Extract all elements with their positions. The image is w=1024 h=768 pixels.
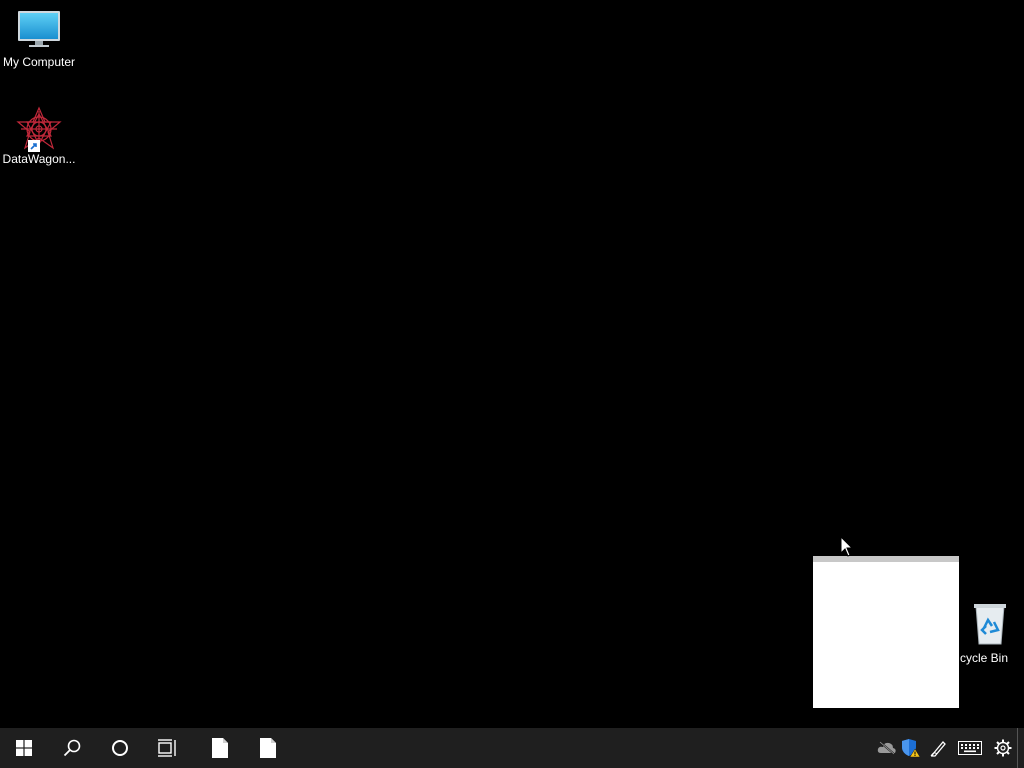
task-view-icon [158, 739, 176, 757]
recycle-bin-icon [974, 604, 1006, 645]
cloud-offline-icon [877, 741, 896, 755]
tray-onedrive-offline[interactable] [876, 738, 898, 758]
taskbar-app-document-2[interactable] [244, 728, 292, 768]
shortcut-arrow-icon [28, 140, 40, 152]
tray-touch-keyboard[interactable] [956, 738, 984, 758]
datawagon-shortcut[interactable]: DataWagon... [0, 106, 78, 167]
desktop[interactable]: My Computer DataWagon... cycle Bin [0, 0, 1024, 728]
cortana-button[interactable] [96, 728, 144, 768]
pen-icon [930, 741, 946, 757]
blank-popup-window[interactable] [813, 556, 959, 708]
document-icon [260, 738, 276, 758]
tray-security[interactable] [900, 738, 922, 758]
mouse-cursor-icon [840, 536, 854, 557]
popup-title-bar[interactable] [813, 556, 959, 562]
settings-gear-icon [994, 739, 1012, 757]
taskbar-app-document-1[interactable] [196, 728, 244, 768]
keyboard-icon [958, 741, 982, 755]
start-button[interactable] [0, 728, 48, 768]
show-desktop-button[interactable] [1017, 728, 1024, 768]
datawagon-label: DataWagon... [2, 152, 76, 166]
taskbar [0, 728, 1024, 768]
search-icon [63, 739, 81, 757]
search-button[interactable] [48, 728, 96, 768]
task-view-button[interactable] [144, 728, 192, 768]
tray-settings[interactable] [992, 738, 1014, 758]
my-computer-shortcut[interactable]: My Computer [0, 8, 78, 70]
cortana-circle-icon [112, 740, 128, 756]
security-shield-warning-icon [902, 739, 921, 758]
tray-pen-workspace[interactable] [928, 738, 950, 758]
document-icon [212, 738, 228, 758]
monitor-icon [18, 11, 60, 47]
windows-start-icon [16, 740, 32, 756]
my-computer-label: My Computer [2, 55, 76, 69]
